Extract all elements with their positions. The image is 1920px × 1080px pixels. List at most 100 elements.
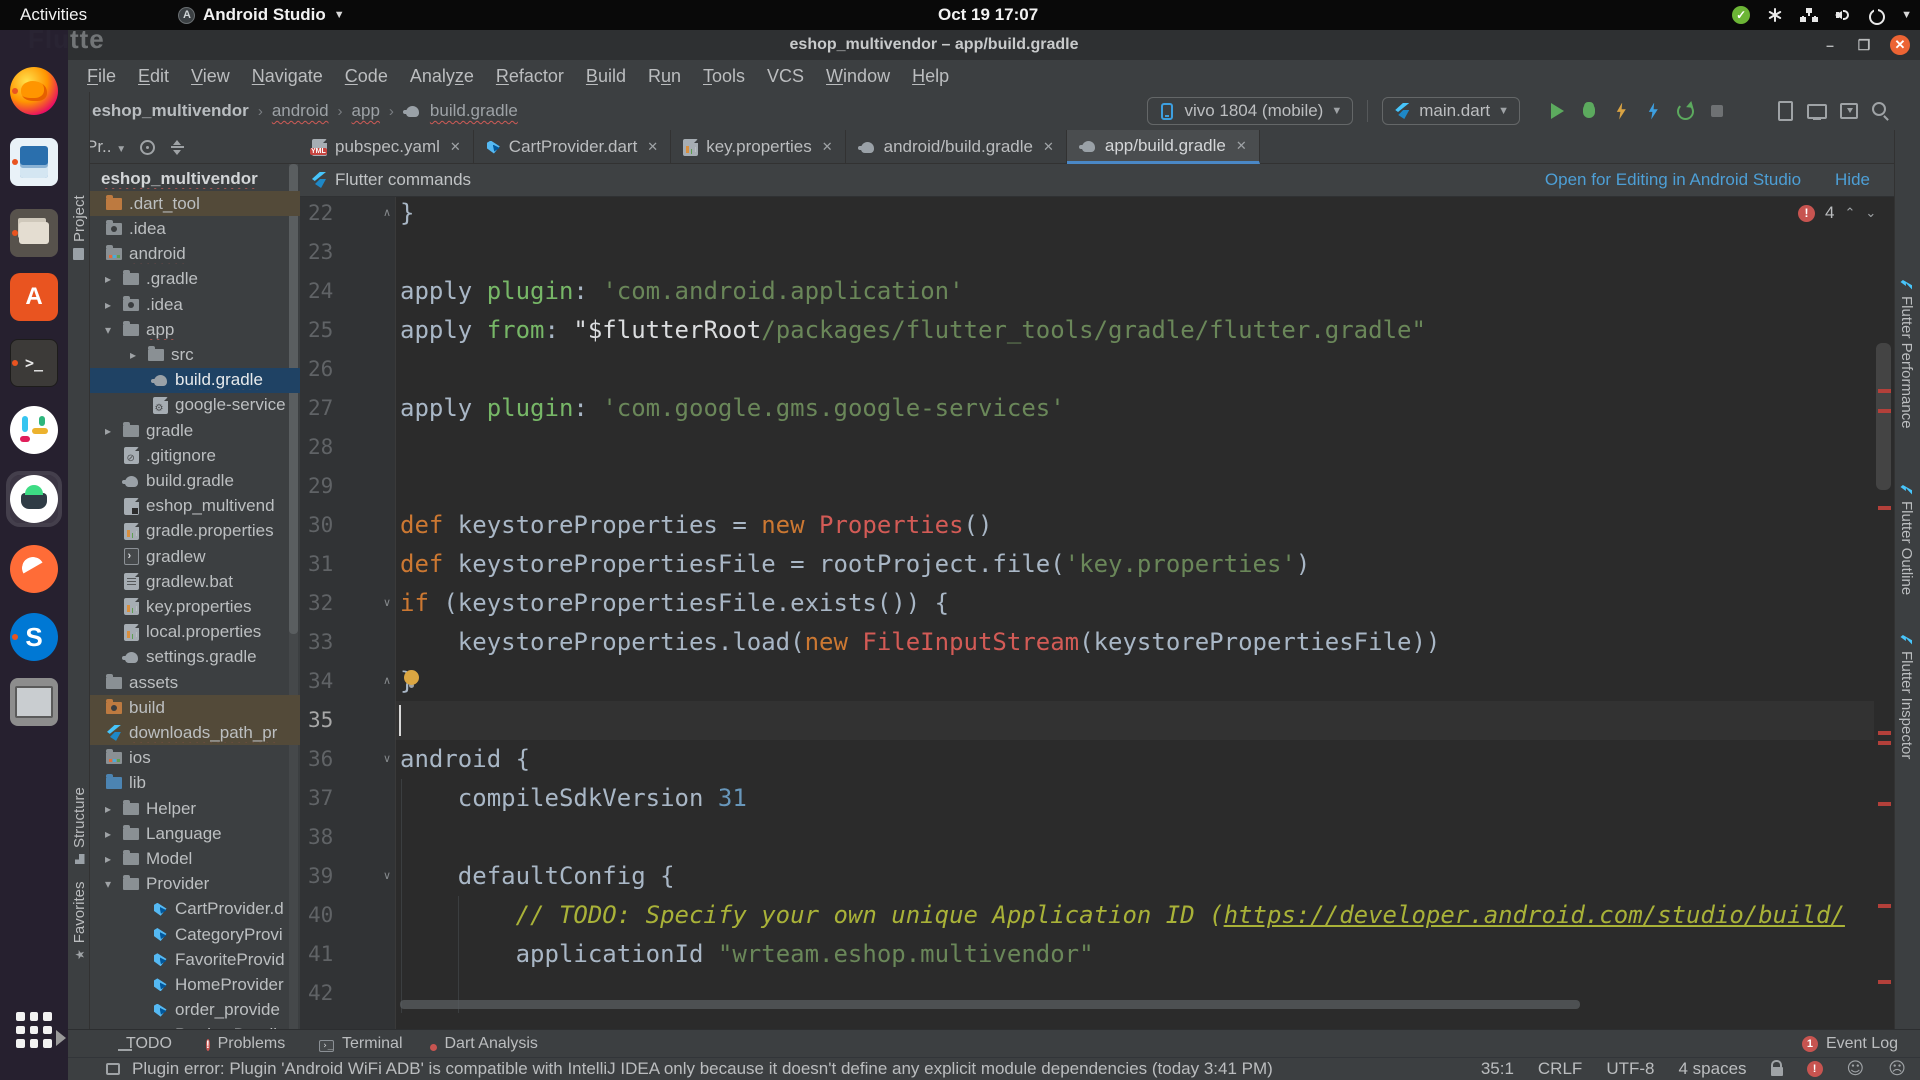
- tree-item-build[interactable]: build: [90, 695, 300, 720]
- menu-file[interactable]: File: [76, 60, 127, 92]
- tool-tab-flutter-performance[interactable]: Flutter Performance: [1898, 280, 1915, 429]
- tree-item--gradle[interactable]: ▸.gradle: [90, 267, 300, 292]
- caret-position[interactable]: 35:1: [1481, 1059, 1514, 1079]
- dock-item-slack[interactable]: [10, 406, 58, 454]
- menu-view[interactable]: View: [180, 60, 241, 92]
- dock-item-terminal[interactable]: [10, 339, 58, 387]
- asterisk-tray-icon[interactable]: [1767, 7, 1783, 23]
- fold-marker-icon[interactable]: ∧: [380, 197, 394, 233]
- tree-item-categoryprovi[interactable]: CategoryProvi: [90, 922, 300, 947]
- tree-item-downloads-path-pr[interactable]: downloads_path_pr: [90, 720, 300, 745]
- chevron-collapsed-icon[interactable]: ▸: [105, 272, 111, 286]
- virtual-device-manager-icon[interactable]: [1806, 100, 1828, 122]
- tool-window-todo[interactable]: TODO: [118, 1035, 172, 1053]
- dock-item-skype[interactable]: [10, 613, 58, 661]
- tree-item-eshop-multivend[interactable]: eshop_multivend: [90, 494, 300, 519]
- line-ending[interactable]: CRLF: [1538, 1059, 1582, 1079]
- maximize-button[interactable]: ❐: [1856, 37, 1872, 53]
- dock-item-firefox[interactable]: [10, 67, 58, 115]
- fold-marker-icon[interactable]: ∨: [380, 740, 394, 779]
- dock-item-files[interactable]: [10, 209, 58, 257]
- close-tab-icon[interactable]: ✕: [822, 139, 833, 155]
- status-check-icon[interactable]: ✓: [1732, 6, 1750, 24]
- tree-item-gradlew[interactable]: gradlew: [90, 544, 300, 569]
- tree-item-model[interactable]: ▸Model: [90, 846, 300, 871]
- event-log-button[interactable]: 1 Event Log: [1802, 1035, 1898, 1053]
- menu-refactor[interactable]: Refactor: [485, 60, 575, 92]
- breadcrumb-item[interactable]: eshop_multivendor: [92, 101, 249, 121]
- stop-button[interactable]: [1706, 100, 1728, 122]
- tool-tab-flutter-outline[interactable]: Flutter Outline: [1898, 485, 1915, 595]
- tree-item-settings-gradle[interactable]: settings.gradle: [90, 645, 300, 670]
- run-config-selector[interactable]: main.dart ▼: [1382, 97, 1520, 125]
- tree-item-favoriteprovid[interactable]: FavoriteProvid: [90, 947, 300, 972]
- menu-edit[interactable]: Edit: [127, 60, 180, 92]
- menu-window[interactable]: Window: [815, 60, 901, 92]
- flutter-attach-button[interactable]: [1642, 100, 1664, 122]
- fold-marker-icon[interactable]: ∨: [380, 584, 394, 623]
- close-button[interactable]: ✕: [1890, 35, 1910, 55]
- tree-item--idea[interactable]: .idea: [90, 216, 300, 241]
- tree-item-android[interactable]: android: [90, 242, 300, 267]
- chevron-collapsed-icon[interactable]: ▸: [105, 424, 111, 438]
- project-panel-header[interactable]: Pr.. ▼: [68, 130, 300, 164]
- fold-marker-icon[interactable]: ∧: [380, 662, 394, 701]
- sad-face-icon[interactable]: ☹: [1888, 1059, 1906, 1079]
- hot-restart-button[interactable]: [1674, 100, 1696, 122]
- tree-item-ios[interactable]: ios: [90, 746, 300, 771]
- tree-item--dart-tool[interactable]: .dart_tool: [90, 191, 300, 216]
- chevron-collapsed-icon[interactable]: ▸: [105, 298, 111, 312]
- chevron-collapsed-icon[interactable]: ▸: [130, 348, 136, 362]
- chevron-expanded-icon[interactable]: ▾: [105, 323, 111, 337]
- tree-item-gradle-properties[interactable]: gradle.properties: [90, 519, 300, 544]
- error-stripe-mark[interactable]: [1878, 980, 1891, 984]
- editor-hscrollbar[interactable]: [400, 1000, 1580, 1009]
- breadcrumb-item[interactable]: app: [352, 101, 380, 121]
- tool-window-terminal[interactable]: ›_Terminal: [319, 1035, 402, 1053]
- dock-item-postman[interactable]: [10, 545, 58, 593]
- tree-item-order-provide[interactable]: order_provide: [90, 998, 300, 1023]
- menu-help[interactable]: Help: [901, 60, 960, 92]
- tree-item--idea[interactable]: ▸.idea: [90, 292, 300, 317]
- error-stripe-mark[interactable]: [1878, 904, 1891, 908]
- analysis-error-icon[interactable]: !: [1807, 1061, 1823, 1077]
- dock-item-android-studio[interactable]: [10, 475, 58, 523]
- tree-item-eshop-multivendor[interactable]: eshop_multivendor: [90, 166, 300, 191]
- code-editor[interactable]: 22∧23242526272829303132∨3334∧3536∨373839…: [300, 197, 1874, 1029]
- error-stripe-mark[interactable]: [1878, 409, 1891, 413]
- open-in-android-studio-link[interactable]: Open for Editing in Android Studio: [1545, 170, 1801, 190]
- locate-file-icon[interactable]: [140, 140, 155, 155]
- chevron-collapsed-icon[interactable]: ▸: [105, 802, 111, 816]
- power-icon[interactable]: [1868, 7, 1884, 23]
- tree-item-helper[interactable]: ▸Helper: [90, 796, 300, 821]
- dock-item-software[interactable]: [10, 273, 58, 321]
- search-everywhere-icon[interactable]: [1870, 100, 1892, 122]
- tree-item-google-service[interactable]: google-service: [90, 393, 300, 418]
- menu-vcs[interactable]: VCS: [756, 60, 815, 92]
- indent-setting[interactable]: 4 spaces: [1678, 1059, 1746, 1079]
- menu-tools[interactable]: Tools: [692, 60, 756, 92]
- chevron-collapsed-icon[interactable]: ▸: [105, 852, 111, 866]
- dock-item-device[interactable]: [10, 678, 58, 726]
- close-tab-icon[interactable]: ✕: [450, 139, 461, 155]
- tree-item-gradlew-bat[interactable]: gradlew.bat: [90, 569, 300, 594]
- menu-navigate[interactable]: Navigate: [241, 60, 334, 92]
- hide-link[interactable]: Hide: [1835, 170, 1870, 190]
- collapse-all-icon[interactable]: [171, 140, 184, 155]
- next-error-icon[interactable]: ⌄: [1865, 205, 1876, 221]
- debug-button[interactable]: [1578, 100, 1600, 122]
- status-message[interactable]: Plugin error: Plugin 'Android WiFi ADB' …: [132, 1059, 1273, 1079]
- menu-code[interactable]: Code: [334, 60, 399, 92]
- breadcrumb-item[interactable]: build.gradle: [430, 101, 518, 121]
- editor-scrollbar-thumb[interactable]: [1876, 343, 1891, 490]
- tree-item-assets[interactable]: assets: [90, 670, 300, 695]
- breadcrumb-item[interactable]: android: [272, 101, 329, 121]
- tree-item-key-properties[interactable]: key.properties: [90, 594, 300, 619]
- device-selector[interactable]: vivo 1804 (mobile) ▼: [1147, 97, 1353, 125]
- tree-item-language[interactable]: ▸Language: [90, 821, 300, 846]
- tool-window-problems[interactable]: !Problems: [206, 1035, 285, 1053]
- app-menu-button[interactable]: Android Studio ▼: [178, 0, 345, 30]
- happy-face-icon[interactable]: ☺: [1847, 1059, 1865, 1079]
- activities-button[interactable]: Activities: [16, 0, 91, 30]
- volume-icon[interactable]: [1835, 7, 1851, 23]
